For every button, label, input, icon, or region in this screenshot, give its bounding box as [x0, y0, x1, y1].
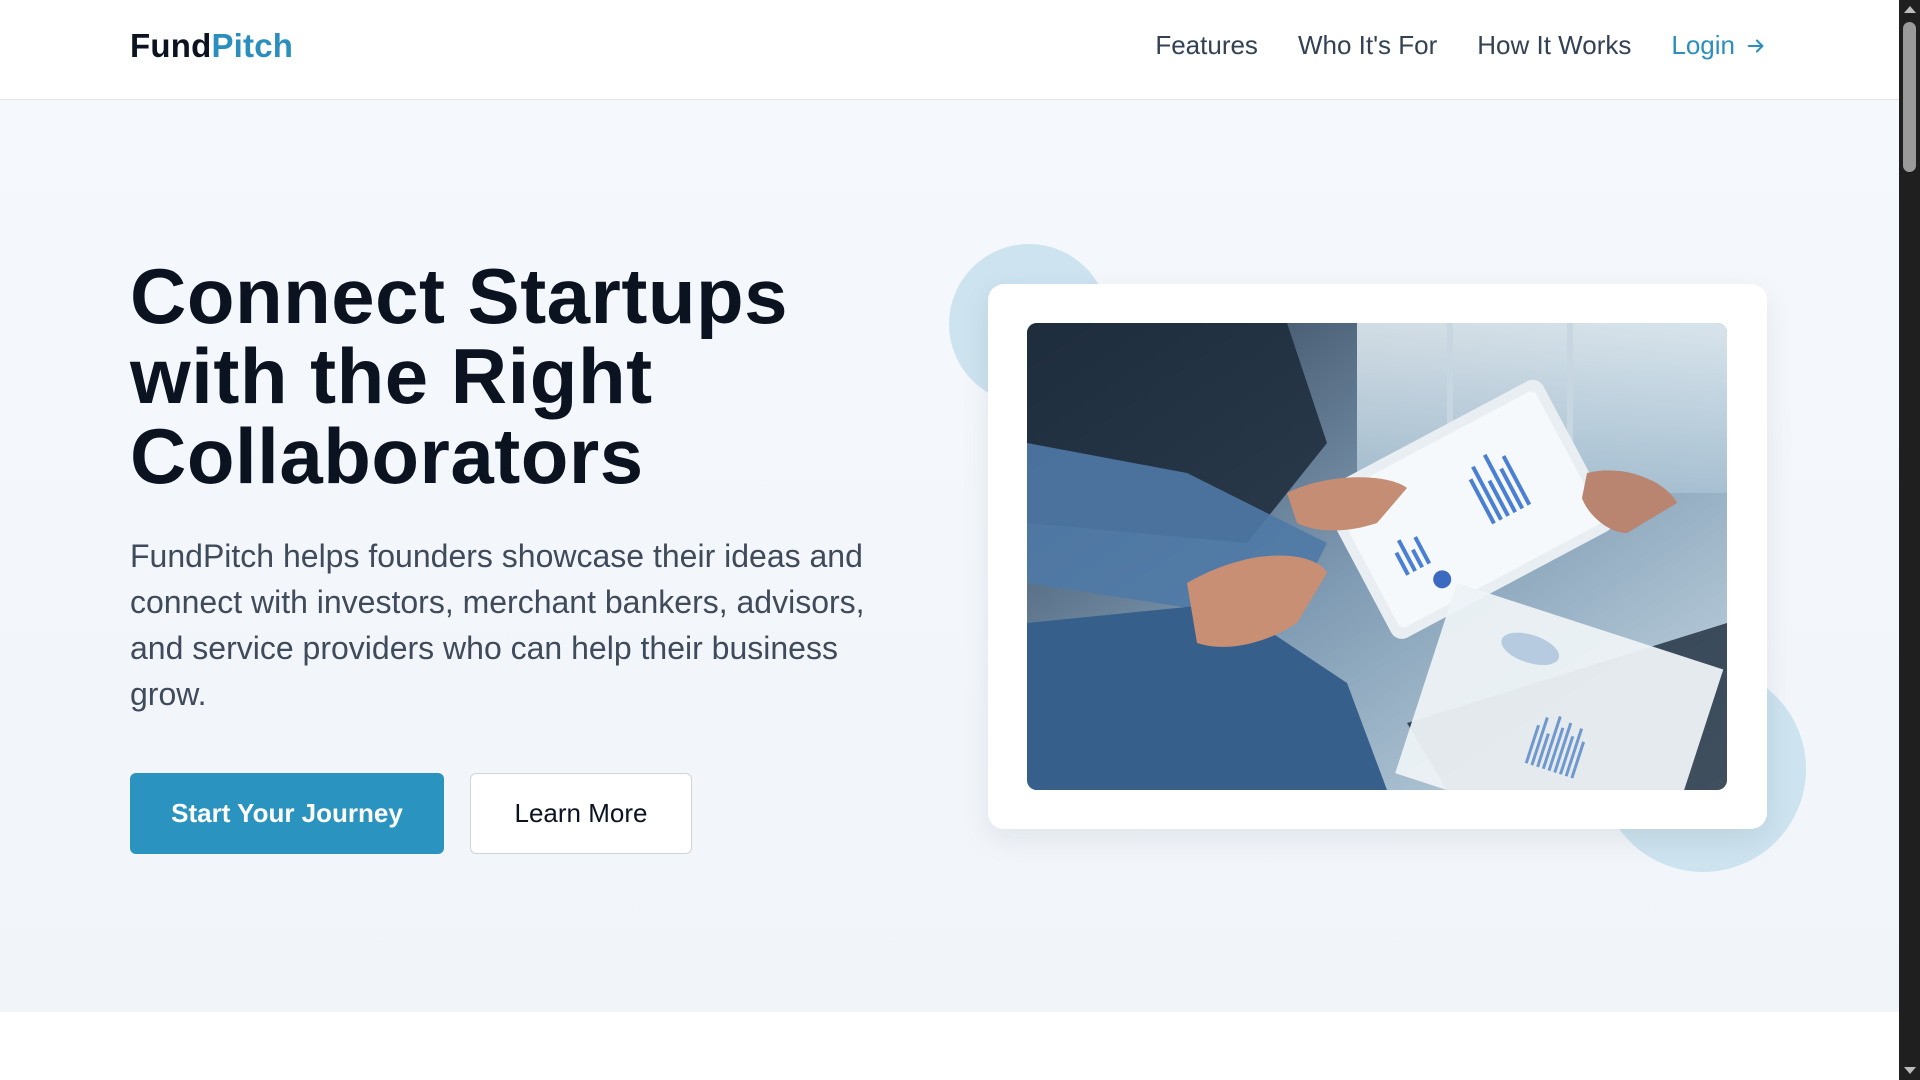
hero-image-card — [988, 284, 1767, 829]
hero-image — [1027, 323, 1727, 790]
next-section — [0, 1012, 1899, 1080]
site-header: FundPitch Features Who It's For How It W… — [0, 0, 1899, 100]
learn-more-button[interactable]: Learn More — [470, 773, 692, 854]
start-journey-button[interactable]: Start Your Journey — [130, 773, 444, 854]
nav-who-its-for[interactable]: Who It's For — [1298, 30, 1437, 61]
logo-pitch: Pitch — [211, 27, 294, 64]
vertical-scrollbar[interactable] — [1899, 0, 1920, 1080]
logo-fund: Fund — [130, 27, 212, 64]
arrow-right-icon — [1747, 38, 1764, 53]
hero-title: Connect Startups with the Right Collabor… — [130, 252, 789, 500]
page: FundPitch Features Who It's For How It W… — [0, 0, 1899, 1080]
login-link[interactable]: Login — [1671, 30, 1767, 61]
login-label: Login — [1671, 30, 1735, 60]
logo[interactable]: FundPitch — [130, 27, 293, 65]
nav-how-it-works[interactable]: How It Works — [1477, 30, 1631, 61]
scroll-up-arrow-icon[interactable] — [1904, 6, 1916, 13]
business-meeting-tablet-illustration — [1027, 323, 1727, 790]
hero-section: Connect Startups with the Right Collabor… — [0, 100, 1899, 1012]
main-nav: Features Who It's For How It Works Login — [1155, 30, 1767, 61]
scroll-down-arrow-icon[interactable] — [1904, 1067, 1916, 1074]
nav-features[interactable]: Features — [1155, 30, 1258, 61]
scroll-thumb[interactable] — [1903, 22, 1916, 172]
hero-description: FundPitch helps founders showcase their … — [130, 538, 865, 712]
